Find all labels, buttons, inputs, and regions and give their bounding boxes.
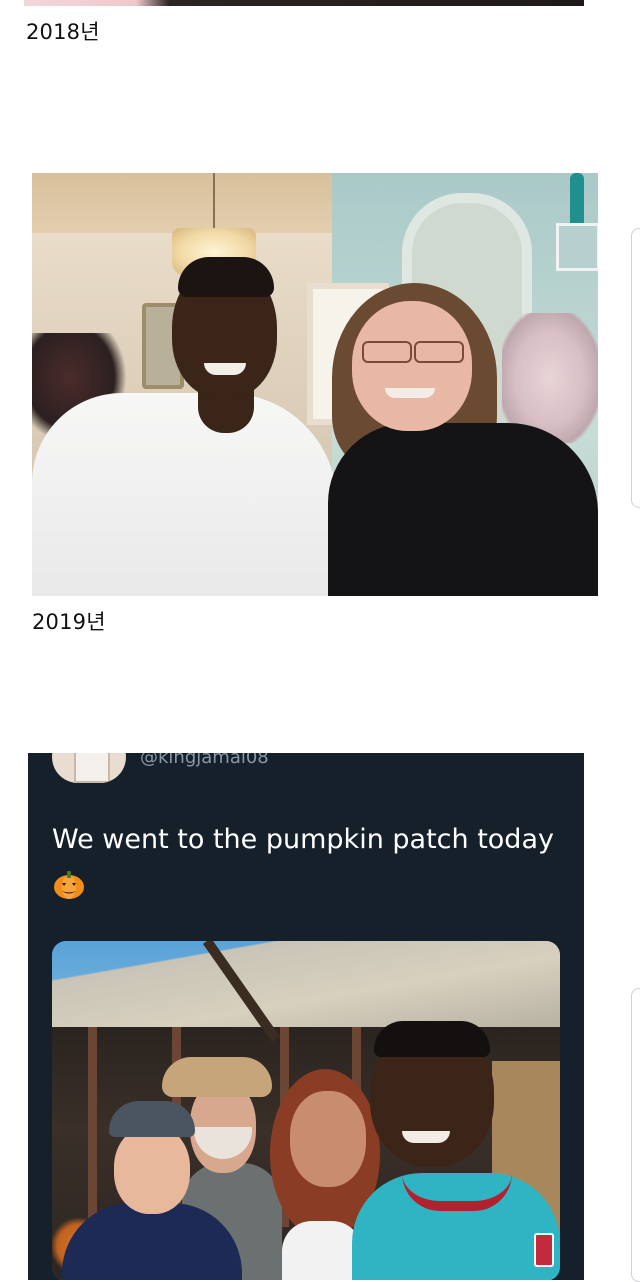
caption-2019: 2019년 bbox=[32, 610, 106, 634]
glasses bbox=[352, 341, 472, 363]
teal-vase bbox=[570, 173, 584, 228]
girl-top bbox=[282, 1221, 362, 1280]
man-hair bbox=[374, 1021, 490, 1057]
woman-face bbox=[114, 1126, 190, 1214]
man-hair bbox=[178, 257, 274, 297]
woman-smile bbox=[385, 388, 435, 398]
barn-roof bbox=[52, 941, 560, 1027]
previous-photo-bottom-edge bbox=[24, 0, 584, 6]
girl-face bbox=[290, 1091, 366, 1187]
avatar[interactable] bbox=[52, 753, 126, 783]
photo-2019 bbox=[32, 173, 598, 596]
lamp-cord bbox=[213, 173, 215, 229]
glasses-lens-left bbox=[362, 341, 412, 363]
caption-2018: 2018년 bbox=[26, 20, 100, 44]
tweet-photo[interactable] bbox=[52, 941, 560, 1280]
tweet-card[interactable]: @kingjamal08 We went to the pumpkin patc… bbox=[28, 753, 584, 1280]
scroll-handle-upper[interactable] bbox=[631, 228, 640, 508]
glasses-lens-right bbox=[414, 341, 464, 363]
woman-cap bbox=[109, 1101, 195, 1137]
tweet-handle[interactable]: @kingjamal08 bbox=[140, 753, 269, 768]
nba-logo-icon bbox=[534, 1233, 554, 1267]
woman-black-sweater bbox=[328, 423, 598, 596]
tweet-text: We went to the pumpkin patch today bbox=[52, 824, 554, 855]
scroll-handle-lower[interactable] bbox=[631, 988, 640, 1282]
man-smile bbox=[204, 363, 246, 375]
older-man-hat bbox=[162, 1057, 272, 1097]
woman-face bbox=[352, 301, 472, 431]
pumpkin-emoji-icon bbox=[54, 871, 84, 899]
wall-shelf bbox=[556, 223, 598, 271]
barn-post bbox=[88, 1027, 97, 1227]
man-white-shirt bbox=[32, 393, 337, 596]
man-smile bbox=[402, 1131, 450, 1143]
